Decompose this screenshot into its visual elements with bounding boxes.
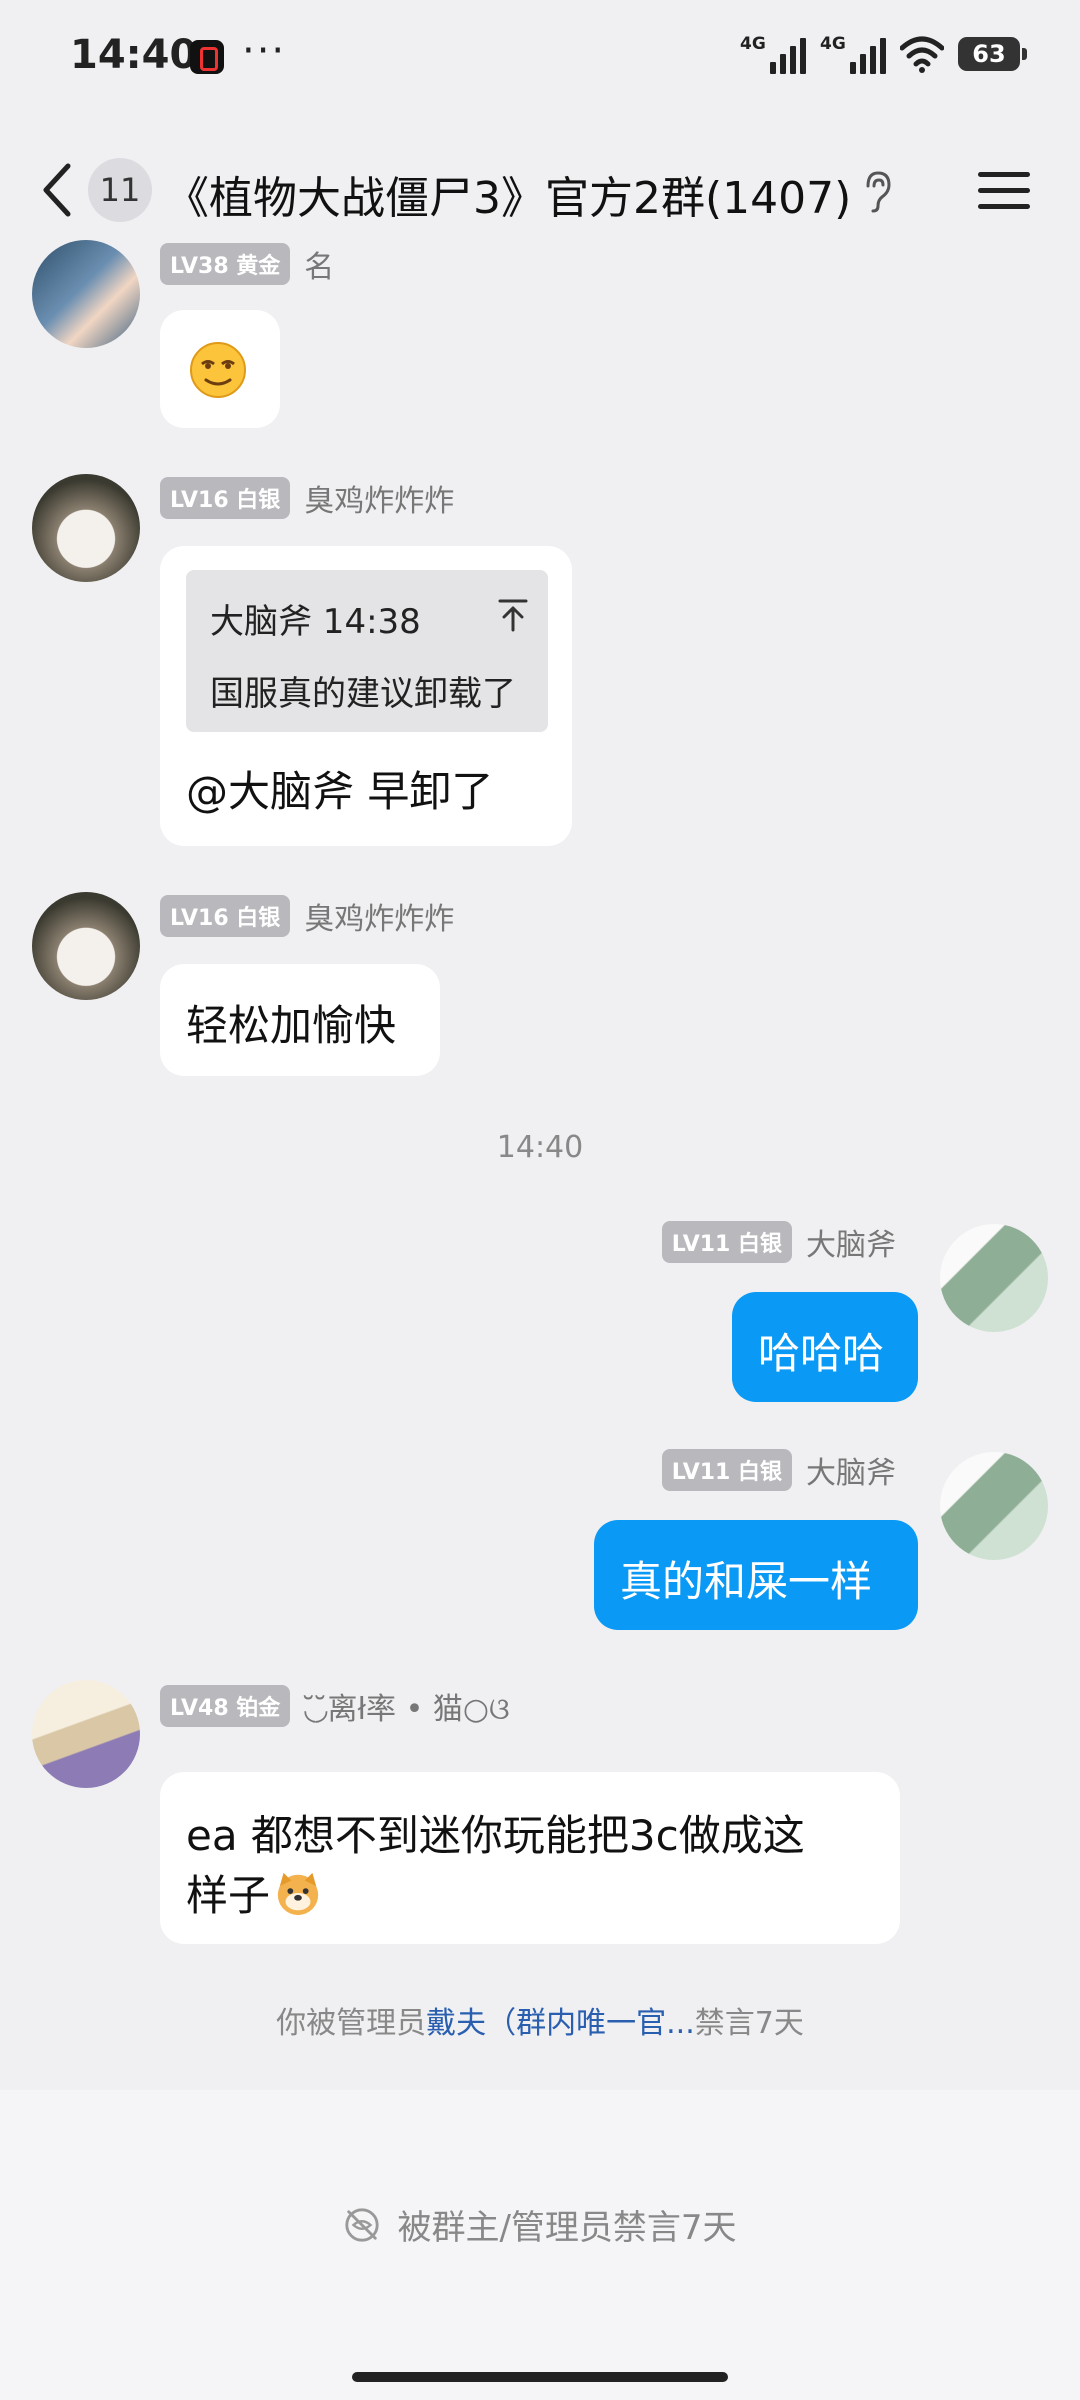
cell-signal-icon: 4G (740, 34, 806, 74)
message-bubble[interactable]: ea 都想不到迷你玩能把3c做成这 样子 (160, 1772, 900, 1944)
level-badge: LV11 白银 (661, 1449, 792, 1491)
message-bubble[interactable]: 真的和屎一样 (594, 1520, 918, 1630)
message-text: 哈哈哈 (758, 1329, 885, 1378)
system-message: 你被管理员戴夫（群内唯一官...禁言7天 (0, 1998, 1080, 2042)
message-bubble[interactable]: 大脑斧 14:38 国服真的建议卸载了 @大脑斧 早卸了 (160, 546, 572, 846)
muted-input-bar: 被群主/管理员禁言7天 (0, 2090, 1080, 2400)
message-text-line-1: ea 都想不到迷你玩能把3c做成这 (186, 1811, 805, 1860)
avatar[interactable] (32, 240, 140, 348)
message-bubble[interactable]: 哈哈哈 (732, 1292, 918, 1402)
message-text-line-2-row: 样子 (186, 1862, 322, 1923)
system-prefix: 你被管理员 (276, 2006, 427, 2041)
message-bubble[interactable]: 轻松加愉快 (160, 964, 440, 1076)
network-type-label-2: 4G (820, 34, 846, 54)
message-meta: LV11 白银 大脑斧 (661, 1220, 896, 1264)
jump-to-top-icon[interactable] (498, 598, 528, 632)
message-meta: LV16 白银 臭鸡炸炸炸 (160, 476, 454, 520)
sender-name[interactable]: 臭鸡炸炸炸 (304, 476, 454, 520)
more-notifications-icon: ··· (242, 28, 287, 74)
avatar[interactable] (32, 474, 140, 582)
level-badge: LV48 铂金 (160, 1685, 291, 1727)
status-time: 14:40 (70, 32, 198, 78)
unread-count-badge[interactable]: 11 (88, 158, 152, 222)
avatar[interactable] (940, 1224, 1048, 1332)
doge-icon (277, 1872, 319, 1915)
menu-icon[interactable] (978, 168, 1030, 212)
sender-name[interactable]: 大脑斧 (806, 1220, 896, 1264)
network-type-label: 4G (740, 34, 766, 54)
sender-name[interactable]: ◟̆◞̆离ł率 • 猫○ଓ (304, 1684, 509, 1728)
status-bar: 14:40 ··· 4G 4G 63 (0, 0, 1080, 120)
home-indicator[interactable] (352, 2372, 728, 2382)
message-meta: LV11 白银 大脑斧 (661, 1448, 896, 1492)
system-suffix: 禁言7天 (694, 2006, 804, 2041)
message-meta: LV48 铂金 ◟̆◞̆离ł率 • 猫○ଓ (160, 1684, 510, 1728)
message-text: 真的和屎一样 (620, 1557, 873, 1606)
quote-text: 国服真的建议卸载了 (210, 674, 516, 714)
wifi-icon (900, 36, 944, 73)
message-bubble[interactable] (160, 310, 280, 428)
cell-signal-icon-2: 4G (820, 34, 886, 74)
level-badge: LV11 白银 (661, 1221, 792, 1263)
back-arrow-icon[interactable] (38, 162, 78, 218)
message-text: 轻松加愉快 (186, 1001, 397, 1050)
tiktok-notification-icon (190, 40, 224, 74)
message-list[interactable]: LV38 黄金 名 LV16 白银 臭鸡炸炸炸 大脑斧 14:38 国服真的建议… (0, 240, 1080, 2090)
level-badge: LV16 白银 (160, 895, 291, 937)
message-text: @大脑斧 早卸了 (186, 767, 494, 816)
sender-name[interactable]: 臭鸡炸炸炸 (304, 894, 454, 938)
avatar[interactable] (32, 1680, 140, 1788)
emoji-smile-icon (190, 342, 246, 398)
sender-name[interactable]: 名 (304, 242, 334, 286)
avatar[interactable] (32, 892, 140, 1000)
quote-author-time: 大脑斧 14:38 (210, 602, 421, 642)
sender-name[interactable]: 大脑斧 (806, 1448, 896, 1492)
avatar[interactable] (940, 1452, 1048, 1560)
ear-icon[interactable] (862, 170, 892, 214)
time-separator: 14:40 (496, 1130, 584, 1165)
admin-link[interactable]: 戴夫（群内唯一官... (426, 2006, 695, 2041)
battery-icon: 63 (958, 37, 1027, 71)
muted-text: 被群主/管理员禁言7天 (397, 2208, 737, 2248)
level-badge: LV38 黄金 (160, 243, 291, 285)
group-title[interactable]: 《植物大战僵尸3》官方2群(1407) (165, 162, 851, 226)
message-meta: LV38 黄金 名 (160, 242, 334, 286)
message-text-line-2: 样子 (186, 1871, 271, 1920)
message-meta: LV16 白银 臭鸡炸炸炸 (160, 894, 454, 938)
quoted-message[interactable]: 大脑斧 14:38 国服真的建议卸载了 (186, 570, 548, 732)
level-badge: LV16 白银 (160, 477, 291, 519)
chat-header: 11 《植物大战僵尸3》官方2群(1407) (0, 140, 1080, 240)
muted-icon (345, 2207, 380, 2242)
